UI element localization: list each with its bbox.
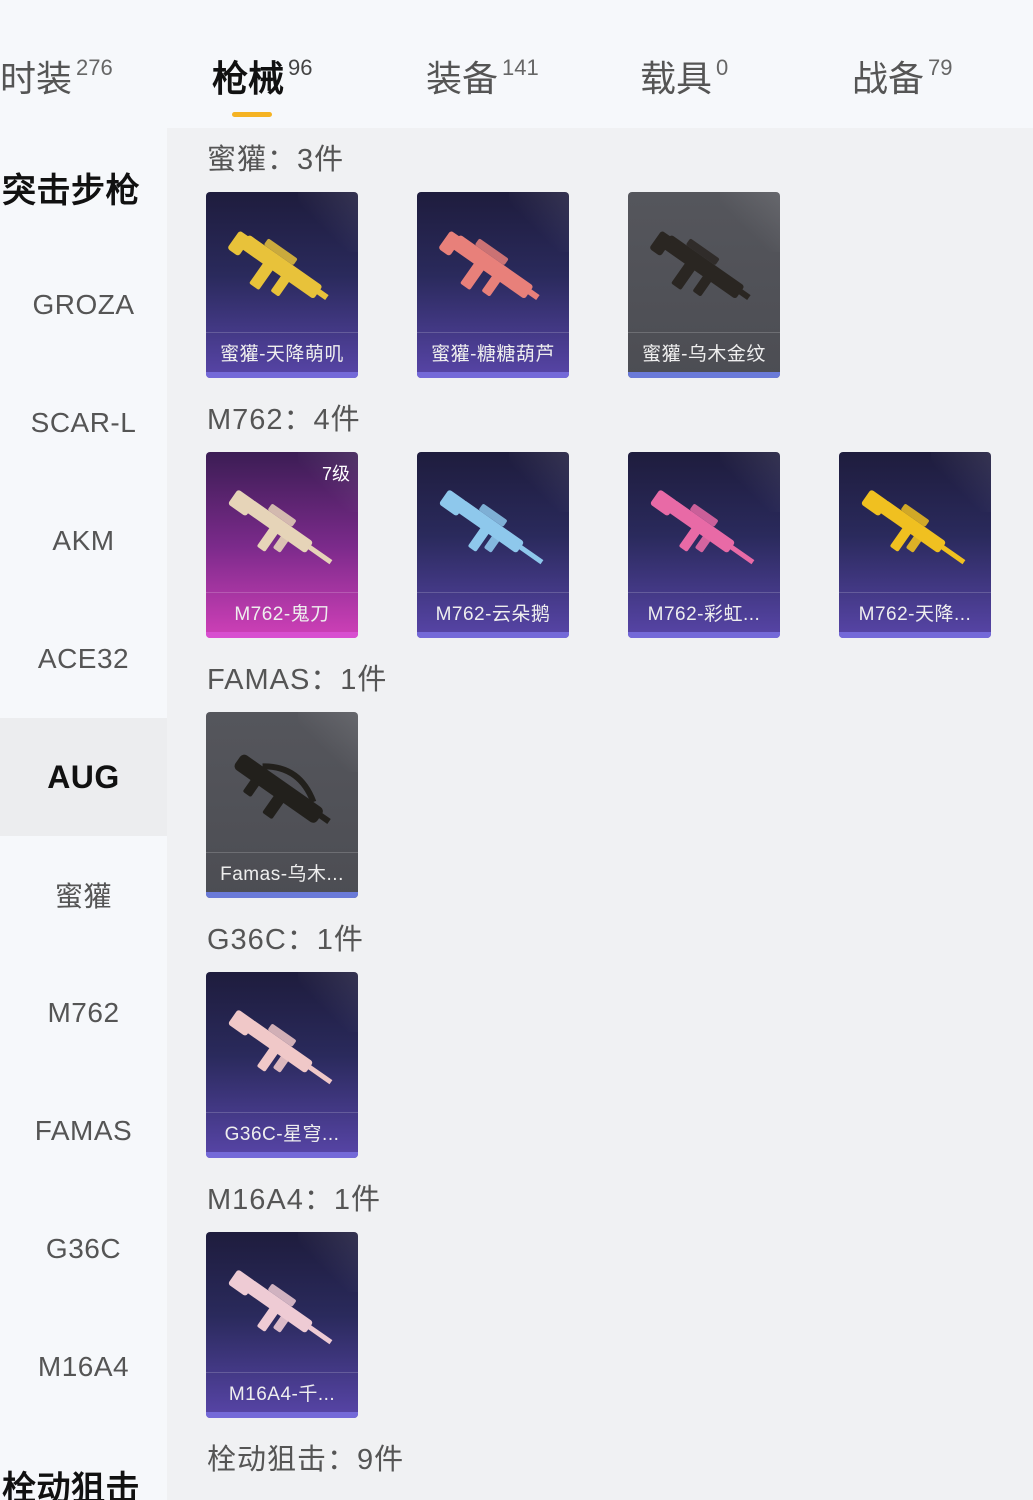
smg-icon — [439, 231, 540, 301]
skin-card[interactable]: M16A4-千... — [206, 1232, 358, 1418]
rifle-icon — [228, 1010, 333, 1085]
sidebar-item-aug[interactable]: AUG — [0, 718, 167, 836]
rifle-icon — [228, 1270, 333, 1345]
tab-count: 141 — [502, 55, 539, 80]
skin-name: M16A4-千... — [206, 1372, 358, 1412]
skin-name: 蜜獾-糖糖葫芦 — [417, 332, 569, 372]
skin-card[interactable]: 蜜獾-天降萌叽 — [206, 192, 358, 378]
section-title-m762: M762：4件 — [207, 404, 361, 436]
sidebar-item-famas[interactable]: FAMAS — [0, 1072, 167, 1190]
skin-name: Famas-乌木... — [206, 852, 358, 892]
tab-label: 枪械 — [212, 58, 285, 99]
tab-count: 96 — [288, 55, 313, 80]
skin-name: M762-彩虹... — [628, 592, 780, 632]
sidebar-item-honey-badger[interactable]: 蜜獾 — [0, 836, 167, 954]
skin-card[interactable]: M762-云朵鹅 — [417, 452, 569, 638]
skin-list: 蜜獾：3件 蜜獾-天降萌叽 蜜獾-糖糖葫芦 蜜獾-乌木金纹 M762：4件 7级… — [167, 128, 1033, 1500]
skin-name: M762-鬼刀 — [206, 592, 358, 632]
tab-supplies[interactable]: 战备 79 — [852, 50, 953, 110]
smg-icon — [650, 231, 751, 301]
section-title-bolt-action: 栓动狙击：9件 — [207, 1444, 405, 1476]
tab-count: 0 — [716, 55, 729, 80]
sidebar-item-groza[interactable]: GROZA — [0, 246, 167, 364]
tab-label: 装备 — [426, 58, 499, 99]
skin-card[interactable]: Famas-乌木... — [206, 712, 358, 898]
tab-count: 79 — [928, 55, 953, 80]
tab-fashion[interactable]: 时装 276 — [0, 50, 113, 110]
sidebar-item-g36c[interactable]: G36C — [0, 1190, 167, 1308]
tab-equipment[interactable]: 装备 141 — [426, 50, 539, 110]
skin-name: M762-云朵鹅 — [417, 592, 569, 632]
rifle-icon — [650, 490, 755, 565]
sidebar-item-m16a4[interactable]: M16A4 — [0, 1308, 167, 1426]
rifle-icon — [228, 490, 333, 565]
sidebar-item-scar-l[interactable]: SCAR-L — [0, 364, 167, 482]
skin-card[interactable]: M762-彩虹... — [628, 452, 780, 638]
weapon-category-sidebar: 突击步枪 GROZA SCAR-L AKM ACE32 AUG 蜜獾 M762 … — [0, 128, 167, 1500]
tab-vehicles[interactable]: 载具 0 — [640, 50, 728, 110]
skin-name: G36C-星穹... — [206, 1112, 358, 1152]
category-tab-bar: 时装 276 枪械 96 装备 141 载具 0 战备 79 — [0, 0, 1033, 128]
active-tab-indicator — [232, 112, 272, 117]
skin-card[interactable]: 蜜獾-乌木金纹 — [628, 192, 780, 378]
smg-icon — [228, 231, 329, 301]
sidebar-item-akm[interactable]: AKM — [0, 482, 167, 600]
sidebar-group-assault-rifles[interactable]: 突击步枪 — [0, 128, 167, 246]
section-title-famas: FAMAS：1件 — [207, 664, 388, 696]
sidebar-item-m762[interactable]: M762 — [0, 954, 167, 1072]
skin-card[interactable]: M762-天降... — [839, 452, 991, 638]
skin-name: 蜜獾-乌木金纹 — [628, 332, 780, 372]
section-title-g36c: G36C：1件 — [207, 924, 364, 956]
tab-label: 载具 — [640, 58, 713, 99]
tab-firearms[interactable]: 枪械 96 — [212, 50, 313, 110]
skin-card[interactable]: G36C-星穹... — [206, 972, 358, 1158]
skin-card[interactable]: 蜜獾-糖糖葫芦 — [417, 192, 569, 378]
rifle-icon — [861, 490, 966, 565]
tab-count: 276 — [76, 55, 113, 80]
tab-label: 时装 — [0, 58, 73, 99]
rifle-icon — [439, 490, 544, 565]
skin-name: 蜜獾-天降萌叽 — [206, 332, 358, 372]
skin-card[interactable]: 7级 M762-鬼刀 — [206, 452, 358, 638]
sidebar-item-ace32[interactable]: ACE32 — [0, 600, 167, 718]
section-title-honey-badger: 蜜獾：3件 — [207, 144, 345, 176]
sidebar-group-bolt-action-snipers[interactable]: 栓动狙击 — [0, 1426, 167, 1500]
bullpup-rifle-icon — [234, 754, 331, 824]
tab-label: 战备 — [852, 58, 925, 99]
section-title-m16a4: M16A4：1件 — [207, 1184, 382, 1216]
skin-name: M762-天降... — [839, 592, 991, 632]
